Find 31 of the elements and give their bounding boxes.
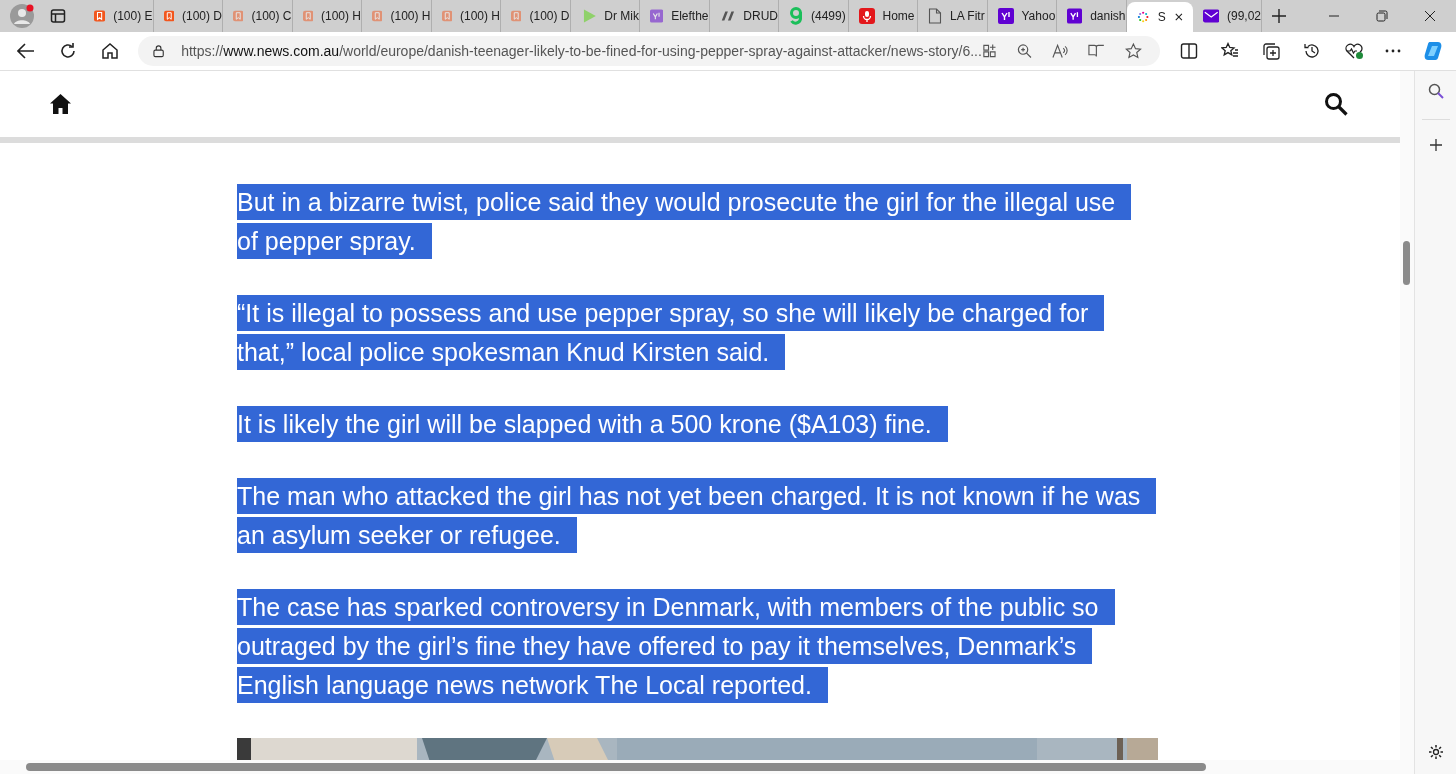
search-icon[interactable] — [1324, 92, 1348, 116]
reader-view-icon[interactable] — [1088, 43, 1106, 59]
zoom-icon[interactable] — [1016, 43, 1032, 59]
tab[interactable]: S — [1126, 2, 1193, 32]
favorites-icon[interactable] — [1221, 42, 1239, 60]
app-available-icon[interactable] — [981, 43, 997, 59]
scrollbar-thumb[interactable] — [26, 763, 1206, 771]
split-screen-icon[interactable] — [1180, 42, 1198, 60]
history-icon[interactable] — [1303, 42, 1321, 60]
url-text: https://www.news.com.au/world/europe/danish-teenager-likely-to-be-fined-for-using-pepper-spray-against-attacker/news-story/6... — [181, 41, 982, 61]
back-icon[interactable] — [17, 43, 35, 59]
lock-icon — [153, 44, 165, 58]
article-paragraph: The man who attacked the girl has not yet been charged. It is not known if he was an asylum seeker or refugee. — [237, 477, 1159, 555]
scrollbar-thumb[interactable] — [1403, 241, 1410, 285]
browser-essentials-icon[interactable] — [1344, 42, 1364, 60]
new-tab-icon[interactable] — [1272, 9, 1286, 23]
collections-icon[interactable] — [1262, 42, 1280, 60]
add-icon[interactable] — [1429, 139, 1442, 151]
home-icon[interactable] — [49, 93, 72, 115]
more-icon[interactable] — [1385, 49, 1401, 53]
address-bar[interactable]: https://www.news.com.au/world/europe/danish-teenager-likely-to-be-fined-for-using-pepper-spray-against-attacker/news-story/6... — [138, 36, 1160, 66]
favorite-star-icon[interactable] — [1125, 42, 1142, 60]
search-icon[interactable] — [1427, 83, 1444, 99]
close-tab-icon[interactable] — [1174, 12, 1183, 22]
tab-actions-icon[interactable] — [50, 8, 66, 24]
profile-icon[interactable] — [10, 4, 34, 28]
refresh-icon[interactable] — [59, 42, 77, 60]
close-icon[interactable] — [1424, 10, 1436, 22]
home-icon[interactable] — [101, 42, 119, 60]
read-aloud-icon[interactable] — [1051, 43, 1069, 59]
restore-icon[interactable] — [1376, 10, 1388, 22]
